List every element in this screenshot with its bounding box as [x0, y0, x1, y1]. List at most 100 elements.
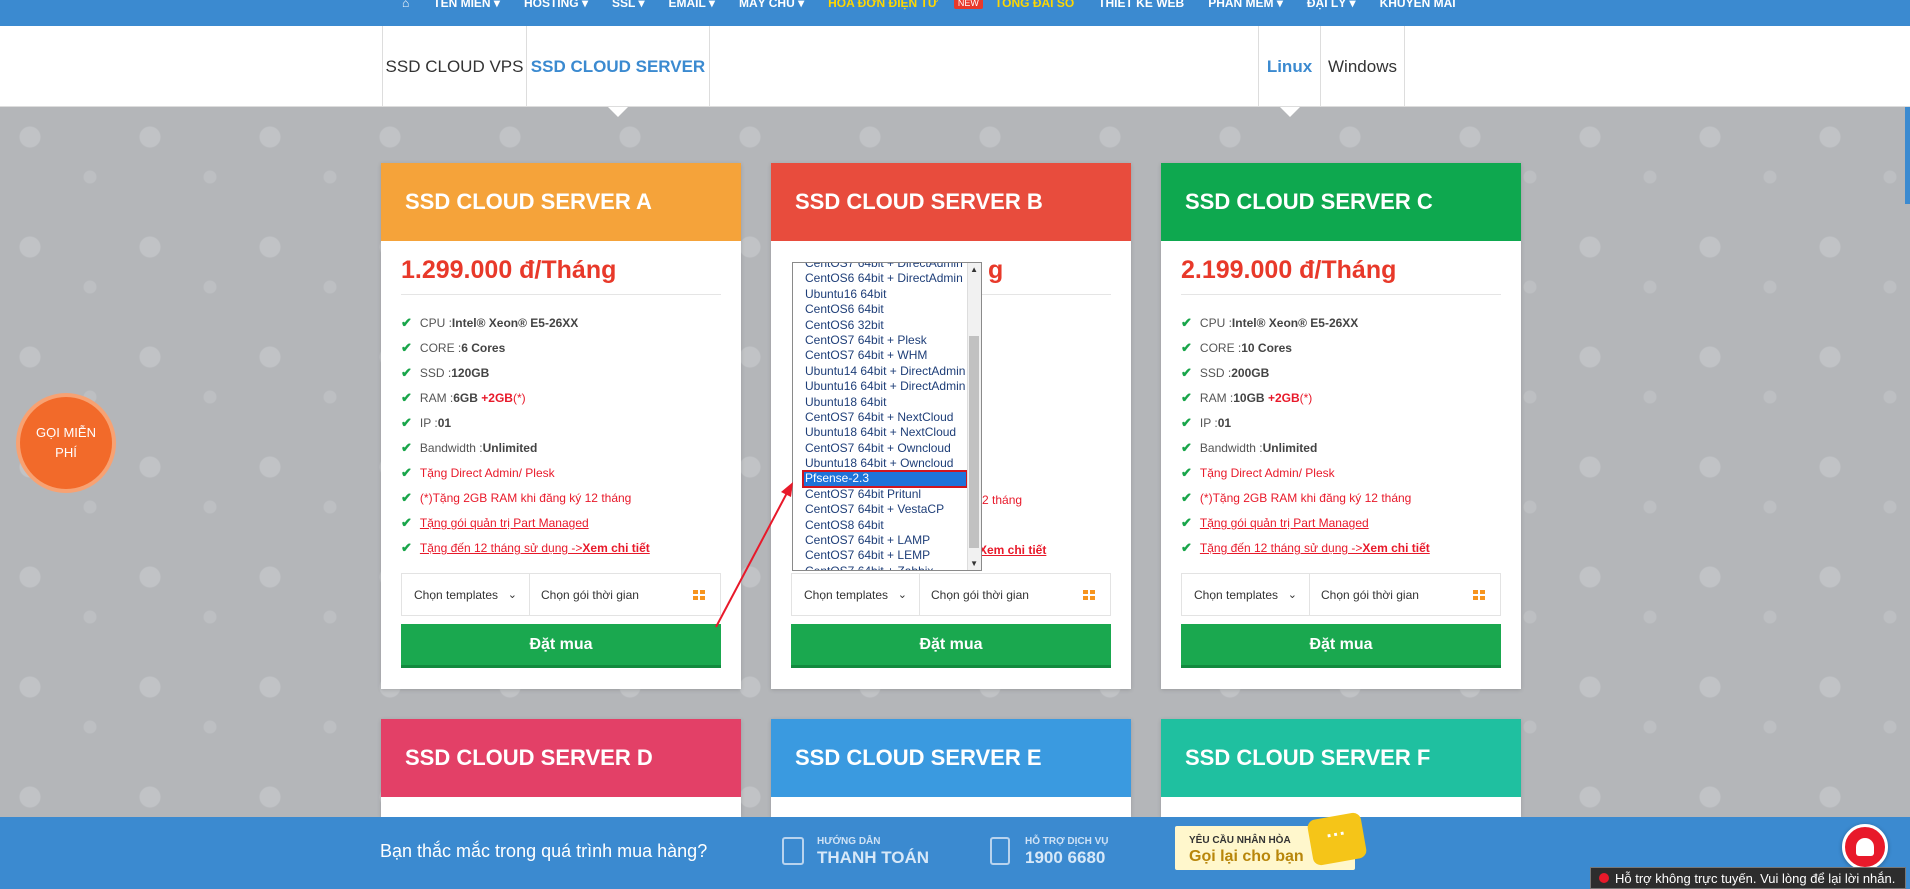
free-call-button[interactable]: GỌI MIỄN PHÍ	[20, 397, 112, 489]
check-icon: ✔	[1181, 465, 1192, 480]
dropdown-option[interactable]: Ubuntu14 64bit + DirectAdmin	[793, 364, 967, 379]
hotline-number[interactable]: 1900 6680	[1025, 848, 1105, 868]
plan-price: 2.199.000 đ/Tháng	[1181, 256, 1397, 284]
plan-card-c: SSD CLOUD SERVER C 2.199.000 đ/Tháng ✔ CP…	[1161, 163, 1521, 689]
nav-item[interactable]: HOSTING ▾	[512, 0, 600, 10]
nav-item[interactable]: THIẾT KẾ WEB	[1086, 0, 1196, 10]
check-icon: ✔	[401, 540, 412, 555]
grid-icon	[693, 590, 705, 601]
buy-button[interactable]: Đặt mua	[1181, 624, 1501, 668]
dropdown-option[interactable]: CentOS7 64bit + Zabbix	[793, 564, 967, 570]
feature-list: ✔ CPU : Intel® Xeon® E5-26XX ✔ CORE : 6 Co…	[401, 316, 650, 566]
check-icon: ✔	[1181, 340, 1192, 355]
buy-button[interactable]: Đặt mua	[791, 624, 1111, 668]
divider	[1181, 294, 1501, 295]
feature-managed-link[interactable]: ✔ Tặng gói quản trị Part Managed	[401, 516, 650, 541]
dropdown-option[interactable]: Ubuntu18 64bit	[793, 395, 967, 410]
plan-card-d: SSD CLOUD SERVER D	[381, 719, 741, 817]
scroll-up-arrow-icon[interactable]: ▲	[970, 265, 978, 274]
buy-button[interactable]: Đặt mua	[401, 624, 721, 668]
notification-bell-button[interactable]	[1842, 824, 1888, 870]
offline-status-icon	[1599, 873, 1609, 883]
feature-list: ✔ CPU : Intel® Xeon® E5-26XX ✔ CORE : 10 C…	[1181, 316, 1430, 566]
feature-managed-link[interactable]: ✔ Tặng gói quản trị Part Managed	[1181, 516, 1430, 541]
dropdown-option[interactable]: CentOS6 32bit	[793, 318, 967, 333]
feature-ram: ✔ RAM : 10GB +2GB (*)	[1181, 390, 1313, 406]
feature-gift-panel: ✔ Tặng Direct Admin/ Plesk	[1181, 465, 1335, 481]
feature-free-use-link[interactable]: ✔ Tặng đến 12 tháng sử dụng -> Xem chi ti…	[401, 541, 650, 566]
template-select[interactable]: Chọn templates ⌄	[402, 574, 530, 615]
dropdown-option[interactable]: CentOS8 64bit	[793, 518, 967, 533]
template-select[interactable]: Chọn templates ⌄	[792, 574, 920, 615]
dropdown-options: CentOS7 64bit + DirectAdmin CentOS6 64bit…	[793, 263, 968, 570]
nav-item[interactable]: SSL ▾	[600, 0, 656, 10]
check-icon: ✔	[1181, 415, 1192, 430]
dropdown-option[interactable]: CentOS7 64bit + LEMP	[793, 548, 967, 563]
dropdown-option-selected[interactable]: Pfsense-2.3	[802, 470, 968, 488]
period-select[interactable]: Chọn gói thời gian	[530, 574, 720, 615]
check-icon: ✔	[401, 440, 412, 455]
dropdown-option[interactable]: CentOS7 64bit + Plesk	[793, 333, 967, 348]
dropdown-option[interactable]: CentOS7 64bit + VestaCP	[793, 502, 967, 517]
plan-title: SSD CLOUD SERVER C	[1161, 163, 1521, 241]
nav-item[interactable]: ĐẠI LÝ ▾	[1295, 0, 1368, 10]
nav-item[interactable]: KHUYẾN MÃI	[1368, 0, 1468, 10]
template-select[interactable]: Chọn templates ⌄	[1182, 574, 1310, 615]
period-select[interactable]: Chọn gói thời gian	[920, 574, 1110, 615]
dropdown-option[interactable]: Ubuntu18 64bit + Owncloud	[793, 456, 967, 471]
feature-core: ✔ CORE : 10 Cores	[1181, 340, 1292, 356]
nav-item[interactable]: MÁY CHỦ ▾	[727, 0, 816, 10]
dropdown-option[interactable]: CentOS7 64bit + LAMP	[793, 533, 967, 548]
grid-icon	[1473, 590, 1485, 601]
bell-icon	[1856, 838, 1874, 856]
check-icon: ✔	[401, 340, 412, 355]
tab-linux[interactable]: Linux	[1258, 26, 1320, 117]
phone-icon	[990, 837, 1010, 865]
feature-bandwidth: ✔ Bandwidth : Unlimited	[401, 440, 538, 456]
dropdown-option[interactable]: Ubuntu16 64bit + DirectAdmin	[793, 379, 967, 394]
chevron-down-icon: ⌄	[507, 589, 517, 601]
nav-item[interactable]: TÊN MIỀN ▾	[421, 0, 512, 10]
scroll-down-arrow-icon[interactable]: ▼	[970, 559, 978, 568]
plan-card-a: SSD CLOUD SERVER A 1.299.000 đ/Tháng ✔ CP…	[381, 163, 741, 689]
dropdown-option[interactable]: CentOS7 64bit + Owncloud	[793, 441, 967, 456]
dropdown-option[interactable]: CentOS7 64bit + NextCloud	[793, 410, 967, 425]
chat-bubble-icon[interactable]: ···	[1306, 811, 1368, 867]
dropdown-option[interactable]: Ubuntu16 64bit	[793, 287, 967, 302]
tab-label: Windows	[1328, 56, 1397, 76]
chevron-down-icon: ⌄	[897, 589, 907, 601]
dropdown-option[interactable]: CentOS7 64bit + DirectAdmin	[793, 263, 967, 271]
feature-core: ✔ CORE : 6 Cores	[401, 340, 506, 356]
promo-text-partial: 2 tháng	[982, 493, 1023, 507]
tab-ssd-cloud-vps[interactable]: SSD CLOUD VPS	[382, 26, 526, 107]
feature-promo: ✔ (*)Tặng 2GB RAM khi đăng ký 12 tháng	[1181, 490, 1412, 506]
nav-item[interactable]: ⌂	[390, 0, 421, 10]
dropdown-option[interactable]: Ubuntu18 64bit + NextCloud	[793, 425, 967, 440]
divider	[981, 294, 1111, 295]
template-dropdown-list[interactable]: CentOS7 64bit + DirectAdmin CentOS6 64bit…	[792, 262, 982, 571]
dropdown-option[interactable]: CentOS7 64bit Pritunl	[793, 487, 967, 502]
product-tab-bar: SSD CLOUD VPS SSD CLOUD SERVER Linux Win…	[0, 26, 1910, 117]
plan-title: SSD CLOUD SERVER E	[771, 719, 1131, 797]
see-detail-link[interactable]: Xem chi tiết	[979, 543, 1046, 557]
dropdown-option[interactable]: CentOS6 64bit + DirectAdmin	[793, 271, 967, 286]
feature-bandwidth: ✔ Bandwidth : Unlimited	[1181, 440, 1318, 456]
nav-item[interactable]: TỔNG ĐÀI SỐ	[983, 0, 1086, 10]
offline-chat-bar[interactable]: Hỗ trợ không trực tuyến. Vui lòng để lại…	[1590, 867, 1906, 889]
dropdown-scroll-thumb[interactable]	[969, 336, 979, 548]
nav-item[interactable]: HÓA ĐƠN ĐIỆN TỬ	[816, 0, 950, 10]
period-select[interactable]: Chọn gói thời gian	[1310, 574, 1500, 615]
feature-promo: ✔ (*)Tặng 2GB RAM khi đăng ký 12 tháng	[401, 490, 632, 506]
feature-free-use-link[interactable]: ✔ Tặng đến 12 tháng sử dụng -> Xem chi ti…	[1181, 541, 1430, 566]
check-icon: ✔	[1181, 440, 1192, 455]
support-question: Bạn thắc mắc trong quá trình mua hàng?	[380, 841, 708, 861]
nav-item[interactable]: EMAIL ▾	[656, 0, 726, 10]
tab-windows[interactable]: Windows	[1320, 26, 1405, 107]
active-tab-caret	[1279, 107, 1300, 117]
plan-price: g	[988, 256, 1004, 284]
nav-item[interactable]: PHẦN MỀM ▾	[1196, 0, 1295, 10]
dropdown-option[interactable]: CentOS6 64bit	[793, 302, 967, 317]
payment-guide-link[interactable]: THANH TOÁN	[817, 848, 929, 868]
dropdown-option[interactable]: CentOS7 64bit + WHM	[793, 348, 967, 363]
tab-ssd-cloud-server[interactable]: SSD CLOUD SERVER	[526, 26, 710, 117]
